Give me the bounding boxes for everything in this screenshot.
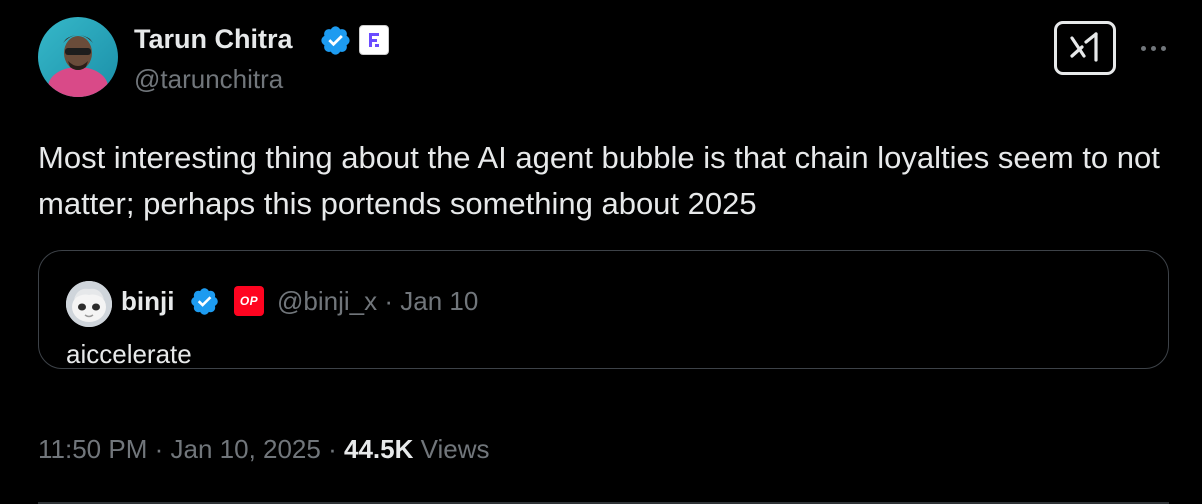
tweet-date[interactable]: Jan 10, 2025 [171, 434, 321, 464]
affiliate-badge-icon[interactable] [359, 25, 389, 55]
tweet-metadata: 11:50 PM · Jan 10, 2025 · 44.5K Views [38, 432, 490, 466]
grok-icon [1070, 32, 1098, 62]
quote-meta: @binji_x · Jan 10 [277, 284, 478, 318]
quote-author-handle[interactable]: @binji_x [277, 286, 377, 316]
verified-badge-icon [319, 24, 352, 57]
tweet-card: Tarun Chitra @tarunchitra Most interesti… [0, 0, 1202, 504]
more-button[interactable] [1133, 33, 1173, 63]
tweet-time[interactable]: 11:50 PM [38, 434, 147, 464]
author-handle[interactable]: @tarunchitra [134, 63, 283, 95]
views-count: 44.5K [344, 434, 414, 464]
views-label: Views [420, 434, 490, 464]
quoted-tweet[interactable]: binji OP @binji_x · Jan 10 aiccelerate [38, 250, 1169, 369]
author-avatar[interactable] [38, 17, 118, 97]
quote-date[interactable]: Jan 10 [400, 286, 478, 316]
verified-badge-icon [189, 286, 220, 317]
divider [38, 502, 1169, 504]
more-icon [1138, 45, 1168, 51]
author-name[interactable]: Tarun Chitra [134, 22, 293, 56]
meta-separator: · [154, 434, 164, 464]
quote-avatar[interactable] [66, 281, 112, 327]
meta-separator: · [328, 434, 337, 464]
op-badge-icon[interactable]: OP [234, 286, 264, 316]
quote-separator: · [384, 286, 394, 316]
grok-button[interactable] [1054, 21, 1116, 75]
tweet-text: Most interesting thing about the AI agen… [38, 140, 1160, 221]
quote-text: aiccelerate [66, 339, 192, 369]
quote-author-name[interactable]: binji [121, 284, 174, 318]
